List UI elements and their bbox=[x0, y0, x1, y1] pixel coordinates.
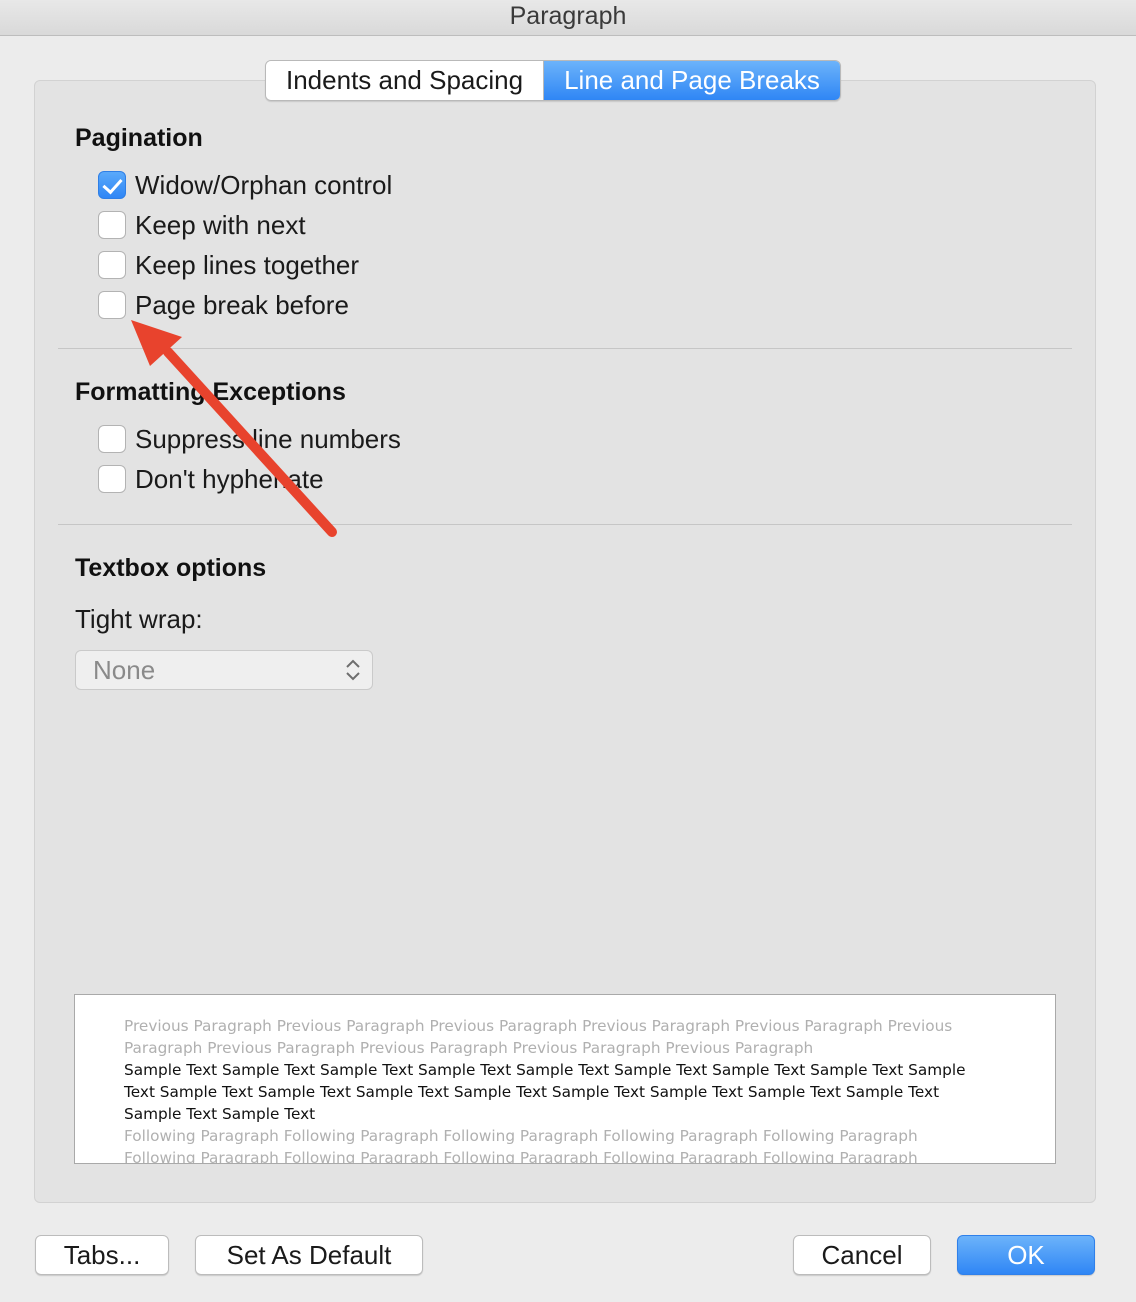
page-break-before-option[interactable]: Page break before bbox=[98, 290, 349, 320]
page-break-before-label: Page break before bbox=[135, 289, 349, 320]
keep-with-next-checkbox[interactable] bbox=[98, 211, 126, 239]
suppress-line-numbers-checkbox[interactable] bbox=[98, 425, 126, 453]
suppress-line-numbers-label: Suppress line numbers bbox=[135, 423, 401, 454]
tight-wrap-select[interactable]: None bbox=[75, 650, 373, 690]
widow-orphan-control-checkbox[interactable] bbox=[98, 171, 126, 199]
keep-with-next-option[interactable]: Keep with next bbox=[98, 210, 306, 240]
keep-lines-together-checkbox[interactable] bbox=[98, 251, 126, 279]
paragraph-preview: Previous Paragraph Previous Paragraph Pr… bbox=[74, 994, 1056, 1164]
tab-indents-and-spacing[interactable]: Indents and Spacing bbox=[266, 61, 544, 100]
window-title: Paragraph bbox=[0, 0, 1136, 36]
textbox-options-heading: Textbox options bbox=[75, 554, 267, 582]
tabs-button[interactable]: Tabs... bbox=[35, 1235, 169, 1275]
dont-hyphenate-label: Don't hyphenate bbox=[135, 463, 324, 494]
cancel-button[interactable]: Cancel bbox=[793, 1235, 931, 1275]
ok-button[interactable]: OK bbox=[957, 1235, 1095, 1275]
formatting-exceptions-heading: Formatting Exceptions bbox=[75, 378, 346, 406]
keep-lines-together-label: Keep lines together bbox=[135, 249, 360, 280]
pagination-heading: Pagination bbox=[75, 124, 203, 152]
updown-chevron-icon bbox=[346, 659, 360, 681]
tight-wrap-label: Tight wrap: bbox=[75, 604, 203, 634]
preview-sample-text: Sample Text Sample Text Sample Text Samp… bbox=[124, 1061, 966, 1123]
tab-bar: Indents and Spacing Line and Page Breaks bbox=[265, 60, 841, 101]
section-divider bbox=[58, 524, 1072, 525]
keep-lines-together-option[interactable]: Keep lines together bbox=[98, 250, 359, 280]
set-as-default-button[interactable]: Set As Default bbox=[195, 1235, 423, 1275]
keep-with-next-label: Keep with next bbox=[135, 209, 306, 240]
preview-following-paragraph: Following Paragraph Following Paragraph … bbox=[124, 1127, 918, 1164]
dont-hyphenate-option[interactable]: Don't hyphenate bbox=[98, 464, 324, 494]
dont-hyphenate-checkbox[interactable] bbox=[98, 465, 126, 493]
suppress-line-numbers-option[interactable]: Suppress line numbers bbox=[98, 424, 401, 454]
tab-line-and-page-breaks[interactable]: Line and Page Breaks bbox=[543, 61, 840, 100]
widow-orphan-control-option[interactable]: Widow/Orphan control bbox=[98, 170, 392, 200]
tight-wrap-value: None bbox=[93, 655, 156, 685]
section-divider bbox=[58, 348, 1072, 349]
widow-orphan-control-label: Widow/Orphan control bbox=[135, 169, 393, 200]
page-break-before-checkbox[interactable] bbox=[98, 291, 126, 319]
preview-previous-paragraph: Previous Paragraph Previous Paragraph Pr… bbox=[124, 1017, 953, 1057]
